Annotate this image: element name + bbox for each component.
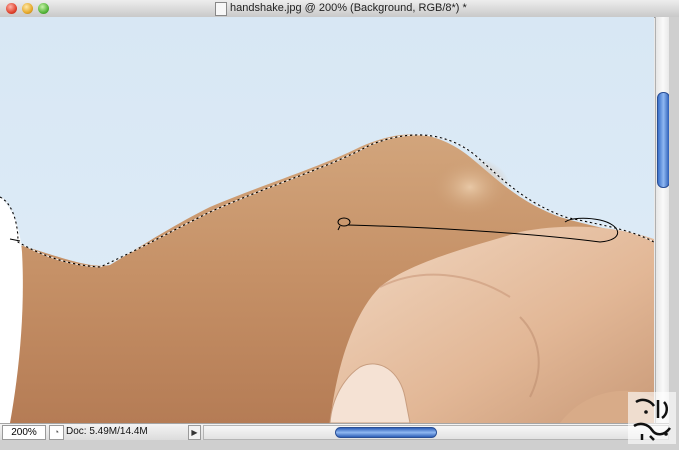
preview-icon[interactable]: ◔ [49, 425, 64, 440]
handshake-image [0, 17, 654, 423]
zoom-level-field[interactable]: 200% [2, 425, 46, 440]
document-icon [215, 2, 227, 16]
vertical-scrollbar[interactable] [655, 17, 670, 423]
window-title: handshake.jpg @ 200% (Background, RGB/8*… [230, 2, 467, 14]
window-bottom-edge [0, 440, 669, 450]
minimize-icon[interactable] [22, 3, 33, 14]
horizontal-scroll-thumb[interactable] [335, 427, 437, 438]
photoshop-document-window: handshake.jpg @ 200% (Background, RGB/8*… [0, 0, 679, 450]
title-bar[interactable]: handshake.jpg @ 200% (Background, RGB/8*… [0, 0, 679, 18]
document-size: Doc: 5.49M/14.4M [66, 426, 148, 437]
window-right-edge [669, 17, 679, 450]
close-icon[interactable] [6, 3, 17, 14]
horizontal-scrollbar[interactable] [203, 425, 669, 440]
maximize-icon[interactable] [38, 3, 49, 14]
status-bar: 200% ◔ Doc: 5.49M/14.4M ▶ [0, 423, 669, 440]
image-canvas[interactable] [0, 17, 654, 423]
watermark-logo [628, 392, 676, 444]
arrow-right-icon[interactable]: ▶ [188, 425, 201, 440]
